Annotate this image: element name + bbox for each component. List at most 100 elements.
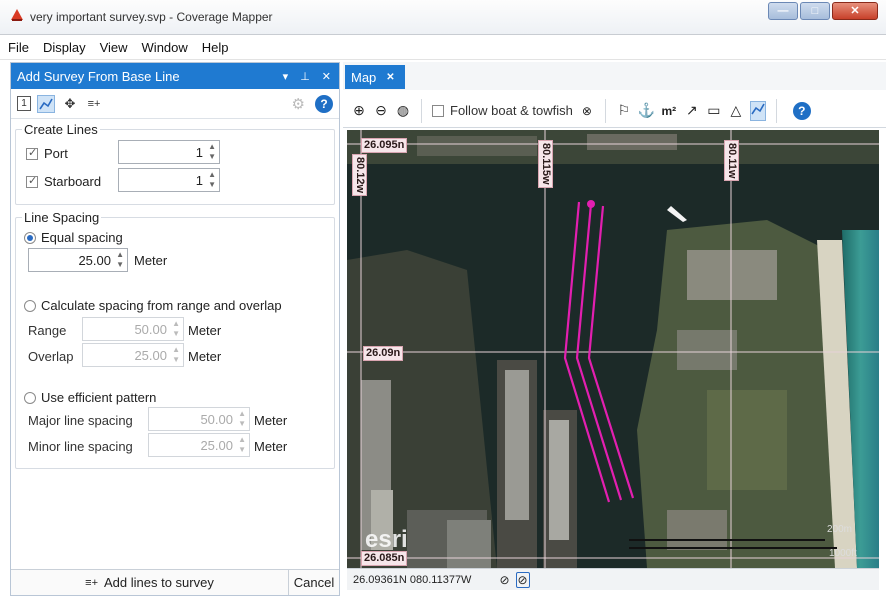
efficient-pattern-radio[interactable]	[24, 391, 36, 404]
calc-spacing-radio[interactable]	[24, 299, 36, 312]
maximize-icon: □	[811, 4, 819, 17]
cancel-button[interactable]: Cancel	[289, 570, 339, 595]
efficient-pattern-label: Use efficient pattern	[41, 390, 157, 405]
help-icon[interactable]: ?	[315, 94, 333, 113]
tab-close-icon[interactable]: ✕	[386, 72, 394, 83]
menu-window[interactable]: Window	[142, 40, 188, 55]
range-stepper[interactable]: 50.00 ▲ ▼	[82, 317, 184, 341]
spin-arrows-icon[interactable]: ▲ ▼	[208, 170, 216, 190]
zoom-in-icon[interactable]: ⊕	[351, 102, 367, 119]
equal-spacing-option[interactable]: Equal spacing	[24, 230, 123, 245]
arrow-tool-icon[interactable]: ↗	[684, 102, 700, 119]
major-spacing-label: Major line spacing	[28, 413, 133, 428]
efficient-pattern-option[interactable]: Use efficient pattern	[24, 390, 156, 405]
add-lines-icon[interactable]: ≡+	[85, 95, 103, 113]
line-spacing-header: Line Spacing	[22, 210, 102, 225]
no-gps-icon: ⊘	[515, 571, 530, 588]
area-measure-icon[interactable]: m²	[660, 104, 678, 118]
create-lines-header: Create Lines	[22, 122, 100, 137]
port-count-stepper[interactable]: 1 ▲ ▼	[118, 140, 220, 164]
grid-label-lon-mid: 80.115w	[538, 140, 553, 188]
map-toolbar: ⊕ ⊖ ◍ Follow boat & towfish ⊗ ⚐ ⚓ m² ↗ ▭…	[343, 94, 886, 128]
equal-spacing-stepper[interactable]: 25.00 ▲ ▼	[28, 248, 128, 272]
map-layers-icon[interactable]: ⚐	[616, 102, 632, 119]
settings-gear-icon[interactable]: ⚙	[292, 95, 305, 113]
spin-arrows-icon[interactable]: ▲ ▼	[172, 345, 180, 365]
esri-watermark: esri	[365, 526, 408, 553]
base-line-start-marker[interactable]	[587, 200, 595, 208]
map-tab-strip: Map ✕	[343, 62, 886, 90]
equal-spacing-value: 25.00	[78, 252, 111, 268]
port-checkbox[interactable]	[26, 146, 38, 160]
overlap-stepper[interactable]: 25.00 ▲ ▼	[82, 343, 184, 367]
follow-boat-checkbox[interactable]	[432, 104, 444, 117]
major-spacing-value: 50.00	[200, 411, 233, 427]
triangle-tool-icon[interactable]: △	[728, 102, 744, 119]
window-bottom-edge	[0, 596, 886, 602]
minimize-button[interactable]: —	[768, 2, 798, 20]
pin-icon[interactable]: ⊥	[300, 70, 310, 83]
equal-spacing-unit: Meter	[134, 253, 168, 268]
title-bar: very important survey.svp - Coverage Map…	[0, 0, 886, 35]
map-status-bar: 26.09361N 080.11377W ⊘ ⊘	[347, 568, 879, 590]
minor-spacing-stepper[interactable]: 25.00 ▲ ▼	[148, 433, 250, 457]
close-icon: ✕	[850, 4, 860, 17]
starboard-count-stepper[interactable]: 1 ▲ ▼	[118, 168, 220, 192]
starboard-row: Starboard	[26, 174, 101, 189]
panel-toolbar: 1 ✥ ≡+ ⚙ ?	[11, 89, 339, 119]
map-view[interactable]: 26.095n 26.09n 26.085n 80.12w 80.115w 80…	[347, 130, 879, 568]
add-survey-panel: Add Survey From Base Line ▾ ⊥ ✕ 1 ✥ ≡+ ⚙…	[10, 62, 340, 596]
menu-bar: File Display View Window Help	[0, 36, 886, 60]
cursor-coordinates: 26.09361N 080.11377W	[353, 573, 472, 586]
no-signal-icon: ⊘	[499, 572, 510, 587]
spin-arrows-icon[interactable]: ▲ ▼	[238, 409, 246, 429]
create-lines-group: Create Lines Port 1 ▲▼ Starboard 1 ▲▼	[15, 122, 335, 205]
toolbar-separator	[775, 98, 777, 123]
menu-view[interactable]: View	[100, 40, 128, 55]
globe-icon[interactable]: ◍	[395, 102, 411, 119]
panel-title-bar: Add Survey From Base Line ▾ ⊥ ✕	[11, 63, 339, 89]
move-icon[interactable]: ✥	[61, 95, 79, 113]
panel-close-icon[interactable]: ✕	[322, 70, 331, 83]
starboard-checkbox[interactable]	[26, 174, 38, 188]
menu-file[interactable]: File	[8, 40, 29, 55]
map-help-icon[interactable]: ?	[792, 101, 811, 120]
line-number-icon[interactable]: 1	[17, 96, 31, 111]
grid-label-lat-mid: 26.09n	[363, 346, 404, 361]
boat-icon[interactable]: ⚓	[638, 102, 655, 119]
spin-arrows-icon[interactable]: ▲ ▼	[172, 319, 180, 339]
satellite-image	[347, 130, 879, 568]
zoom-out-icon[interactable]: ⊖	[373, 102, 389, 119]
calc-spacing-option[interactable]: Calculate spacing from range and overlap	[24, 298, 282, 313]
calc-spacing-label: Calculate spacing from range and overlap	[41, 298, 282, 313]
add-lines-button[interactable]: ≡+ Add lines to survey	[11, 570, 289, 595]
minor-spacing-unit: Meter	[254, 439, 288, 454]
range-label: Range	[28, 323, 67, 338]
stop-follow-icon[interactable]: ⊗	[579, 104, 595, 118]
spin-arrows-icon[interactable]: ▲ ▼	[208, 142, 216, 162]
maximize-button[interactable]: □	[800, 2, 830, 20]
starboard-label: Starboard	[44, 174, 102, 189]
menu-display[interactable]: Display	[43, 40, 86, 55]
add-lines-icon: ≡+	[85, 576, 98, 589]
panel-menu-icon[interactable]: ▾	[283, 70, 289, 83]
equal-spacing-radio[interactable]	[24, 231, 36, 244]
overlap-value: 25.00	[134, 347, 167, 363]
close-button[interactable]: ✕	[832, 2, 878, 20]
window-title: very important survey.svp - Coverage Map…	[30, 10, 273, 24]
app-icon	[11, 9, 23, 21]
spin-arrows-icon[interactable]: ▲ ▼	[238, 435, 246, 455]
spin-arrows-icon[interactable]: ▲ ▼	[116, 250, 124, 270]
major-spacing-stepper[interactable]: 50.00 ▲ ▼	[148, 407, 250, 431]
tab-map[interactable]: Map ✕	[345, 65, 405, 89]
minor-spacing-label: Minor line spacing	[28, 439, 133, 454]
add-lines-label: Add lines to survey	[104, 575, 214, 590]
line-tool-icon[interactable]	[749, 100, 766, 121]
scale-label-bottom: 1000ft	[829, 548, 857, 559]
menu-help[interactable]: Help	[202, 40, 229, 55]
draw-line-icon[interactable]	[37, 94, 55, 113]
port-label: Port	[44, 146, 68, 161]
panel-title: Add Survey From Base Line	[17, 68, 180, 84]
grid-label-lon-left: 80.12w	[352, 154, 367, 197]
rectangle-tool-icon[interactable]: ▭	[706, 102, 722, 119]
